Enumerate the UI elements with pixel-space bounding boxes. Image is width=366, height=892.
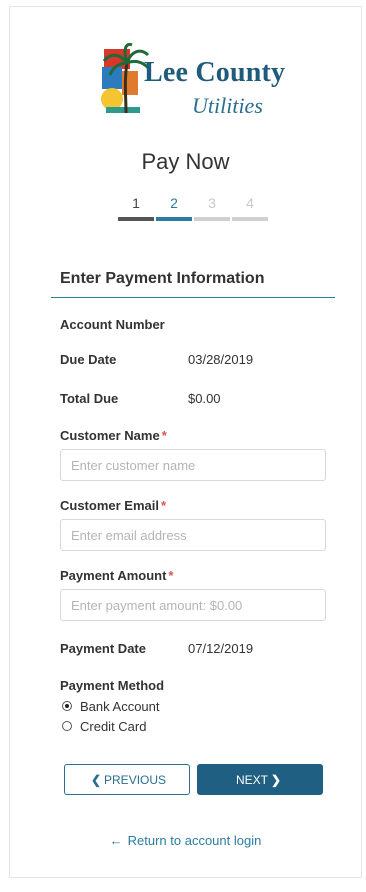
step-bar [232, 217, 268, 221]
total-due-value: $0.00 [188, 391, 221, 406]
bank-account-label: Bank Account [80, 699, 160, 714]
payment-amount-label-text: Payment Amount [60, 568, 167, 583]
return-to-login-link[interactable]: ← Return to account login [10, 833, 361, 848]
payment-method-label: Payment Method [60, 678, 165, 693]
customer-email-label-text: Customer Email [60, 498, 159, 513]
step-2: 2 [156, 195, 192, 221]
return-link-label: Return to account login [127, 833, 262, 848]
customer-email-input[interactable] [60, 519, 326, 551]
chevron-right-icon: ❯ [270, 772, 282, 787]
step-number: 1 [132, 195, 140, 211]
lee-county-utilities-logo: Lee County Utilities [96, 41, 316, 127]
total-due-label: Total Due [60, 391, 119, 406]
step-bar [118, 217, 154, 221]
account-number-label: Account Number [60, 317, 165, 332]
customer-name-input[interactable] [60, 449, 326, 481]
chevron-left-icon: ❮ [90, 772, 102, 787]
step-4: 4 [232, 195, 268, 221]
account-number-row: Account Number [60, 317, 165, 332]
previous-button-label: PREVIOUS [104, 772, 167, 787]
customer-name-label: Customer Name * [60, 428, 167, 443]
section-divider [51, 297, 335, 298]
next-button-label: NEXT [235, 772, 268, 787]
step-bar [156, 217, 192, 221]
step-number: 2 [170, 195, 178, 211]
step-3: 3 [194, 195, 230, 221]
required-marker: * [160, 498, 167, 513]
payment-date-row: Payment Date 07/12/2019 [60, 641, 253, 656]
credit-card-label: Credit Card [80, 719, 147, 734]
required-marker: * [161, 428, 167, 443]
brand-subtitle: Utilities [192, 93, 263, 118]
previous-button[interactable]: ❮ PREVIOUS [64, 764, 190, 795]
due-date-row: Due Date 03/28/2019 [60, 352, 253, 367]
page-title: Pay Now [141, 149, 230, 174]
step-number: 4 [246, 195, 254, 211]
step-1: 1 [118, 195, 154, 221]
radio-button-selected[interactable] [62, 701, 72, 711]
step-indicator: 1 2 3 4 [118, 195, 268, 225]
due-date-label: Due Date [60, 352, 117, 367]
payment-amount-input[interactable] [60, 589, 326, 621]
section-title: Enter Payment Information [60, 270, 265, 287]
radio-button[interactable] [62, 721, 72, 731]
payment-date-label: Payment Date [60, 641, 146, 656]
customer-name-label-text: Customer Name [60, 428, 160, 443]
step-bar [194, 217, 230, 221]
due-date-value: 03/28/2019 [188, 352, 254, 367]
payment-amount-label: Payment Amount * [60, 568, 173, 583]
total-due-row: Total Due $0.00 [60, 391, 221, 406]
arrow-left-icon: ← [109, 833, 123, 848]
next-button[interactable]: NEXT ❯ [197, 764, 323, 795]
payment-page: Lee County Utilities Pay Now 1 2 3 4 Ent… [9, 6, 362, 878]
customer-email-label: Customer Email * [60, 498, 166, 513]
required-marker: * [168, 568, 174, 583]
brand-name: Lee County [144, 57, 286, 88]
step-number: 3 [208, 195, 216, 211]
payment-date-value: 07/12/2019 [188, 641, 254, 656]
